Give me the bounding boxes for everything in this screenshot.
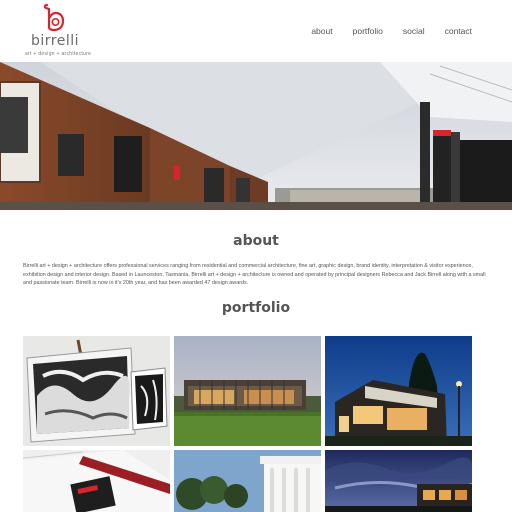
portfolio-tile-heritage[interactable] bbox=[174, 450, 321, 512]
portfolio-tile-artwork[interactable] bbox=[23, 336, 170, 446]
portfolio-heading: portfolio bbox=[221, 300, 291, 316]
about-heading: about bbox=[233, 233, 279, 249]
about-paragraph: Birrelli art + design + architecture off… bbox=[23, 263, 486, 287]
portfolio-tile-night-house[interactable] bbox=[325, 336, 472, 446]
portfolio-tile-dusk-building[interactable] bbox=[325, 450, 472, 512]
portfolio-tile-pavilion[interactable] bbox=[174, 336, 321, 446]
b-logo-icon[interactable] bbox=[41, 3, 67, 31]
hero-image bbox=[0, 62, 512, 210]
nav-contact[interactable]: contact bbox=[445, 26, 472, 36]
site-header: birrelli art + design + architecture abo… bbox=[0, 0, 512, 62]
portfolio-tile-branding[interactable] bbox=[23, 450, 170, 512]
brand-tagline: art + design + architecture bbox=[25, 51, 92, 57]
nav-portfolio[interactable]: portfolio bbox=[353, 26, 383, 36]
brand-name: birrelli bbox=[31, 33, 80, 49]
nav-social[interactable]: social bbox=[403, 26, 425, 36]
nav-about[interactable]: about bbox=[311, 26, 332, 36]
main-nav: about portfolio social contact bbox=[311, 26, 472, 36]
